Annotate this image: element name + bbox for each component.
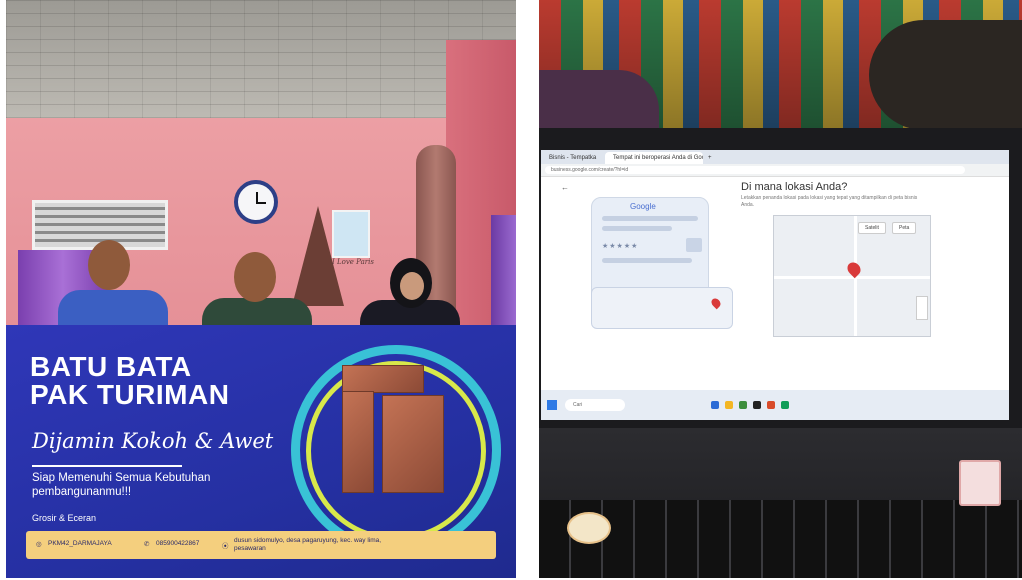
brick-left [342, 391, 374, 493]
group-photo: I Love Paris BATU BATA PAK TURIMAN Dijam… [6, 0, 516, 578]
rating-stars-icon: ★★★★★ [602, 243, 639, 250]
brick-hollow [382, 395, 444, 493]
card-line [602, 226, 672, 231]
laptop-photo: Bisnis - Tempatka Tempat ini beroperasi … [539, 0, 1022, 578]
promo-banner: BATU BATA PAK TURIMAN Dijamin Kokoh & Aw… [6, 325, 516, 578]
map-satellite-button[interactable]: Satelit [858, 222, 886, 234]
chrome-icon[interactable] [767, 401, 775, 409]
footer-handle: PKM42_DARMAJAYA [48, 540, 112, 547]
footer-location-icon: ⦿ [222, 543, 229, 550]
footer-phone: 085900422867 [156, 540, 200, 547]
wall-poster [332, 210, 370, 258]
footer-instagram-icon: ◎ [36, 541, 42, 548]
banner-title: BATU BATA PAK TURIMAN [30, 353, 229, 409]
card-sticker-icon [959, 460, 1001, 506]
banner-sub: Grosir & Eceran [32, 513, 97, 523]
app-icon[interactable] [781, 401, 789, 409]
footer-phone-icon: ✆ [144, 541, 150, 548]
brick-top [342, 365, 424, 393]
card-line [602, 216, 698, 221]
app-icon[interactable] [753, 401, 761, 409]
browser-tabbar: Bisnis - Tempatka Tempat ini beroperasi … [541, 150, 1009, 164]
address-bar: business.google.com/create/?hl=id [541, 164, 1009, 177]
map-view-button[interactable]: Peta [892, 222, 917, 234]
owl-sticker-icon [567, 512, 611, 544]
google-logo: Google [630, 202, 656, 211]
page-content: ← Google ★★★★★ Di mana lokasi Anda? Leta… [541, 177, 1009, 390]
brick-wall [6, 0, 516, 118]
laptop-screen: Bisnis - Tempatka Tempat ini beroperasi … [541, 150, 1009, 420]
person-arm [869, 20, 1022, 130]
storefront-icon [686, 238, 702, 252]
wall-clock-icon [234, 180, 278, 224]
mini-map-illustration [591, 287, 733, 329]
page-description: Letakkan penanda lokasi pada lokasi yang… [741, 195, 918, 208]
person-left-head [88, 240, 130, 290]
address-input[interactable]: business.google.com/create/?hl=id [545, 166, 965, 174]
dark-fabric [539, 70, 659, 130]
map-pin-icon [709, 296, 723, 310]
keyboard-keys [539, 500, 1022, 578]
banner-footer: ◎ PKM42_DARMAJAYA ✆ 085900422867 ⦿ dusun… [26, 531, 496, 559]
wall-sign: I Love Paris [332, 258, 374, 266]
windows-start-icon[interactable] [547, 400, 557, 410]
app-icon[interactable] [739, 401, 747, 409]
banner-divider [32, 465, 182, 467]
card-line [602, 258, 692, 263]
page-headline: Di mana lokasi Anda? [741, 181, 848, 193]
file-explorer-icon[interactable] [725, 401, 733, 409]
taskbar-search[interactable]: Cari [565, 399, 625, 411]
person-right-face [400, 272, 424, 300]
banner-script: Dijamin Kokoh & Awet [32, 429, 274, 453]
windows-taskbar: Cari [541, 390, 1009, 420]
banner-title-line1: BATU BATA [30, 351, 192, 382]
location-map[interactable]: Satelit Peta [773, 215, 931, 337]
person-middle-head [234, 252, 276, 302]
banner-title-line2: PAK TURIMAN [30, 379, 230, 410]
edge-icon[interactable] [711, 401, 719, 409]
footer-address: dusun sidomulyo, desa pagaruyung, kec. w… [234, 537, 382, 552]
back-arrow-icon[interactable]: ← [561, 183, 569, 192]
browser-tab-1[interactable]: Bisnis - Tempatka [541, 152, 603, 164]
banner-tagline: Siap Memenuhi Semua Kebutuhan pembanguna… [32, 472, 211, 498]
browser-tab-2[interactable]: Tempat ini beroperasi Anda di Google [605, 152, 703, 164]
new-tab-plus-icon[interactable]: + [705, 152, 717, 164]
zoom-control[interactable] [916, 296, 928, 320]
